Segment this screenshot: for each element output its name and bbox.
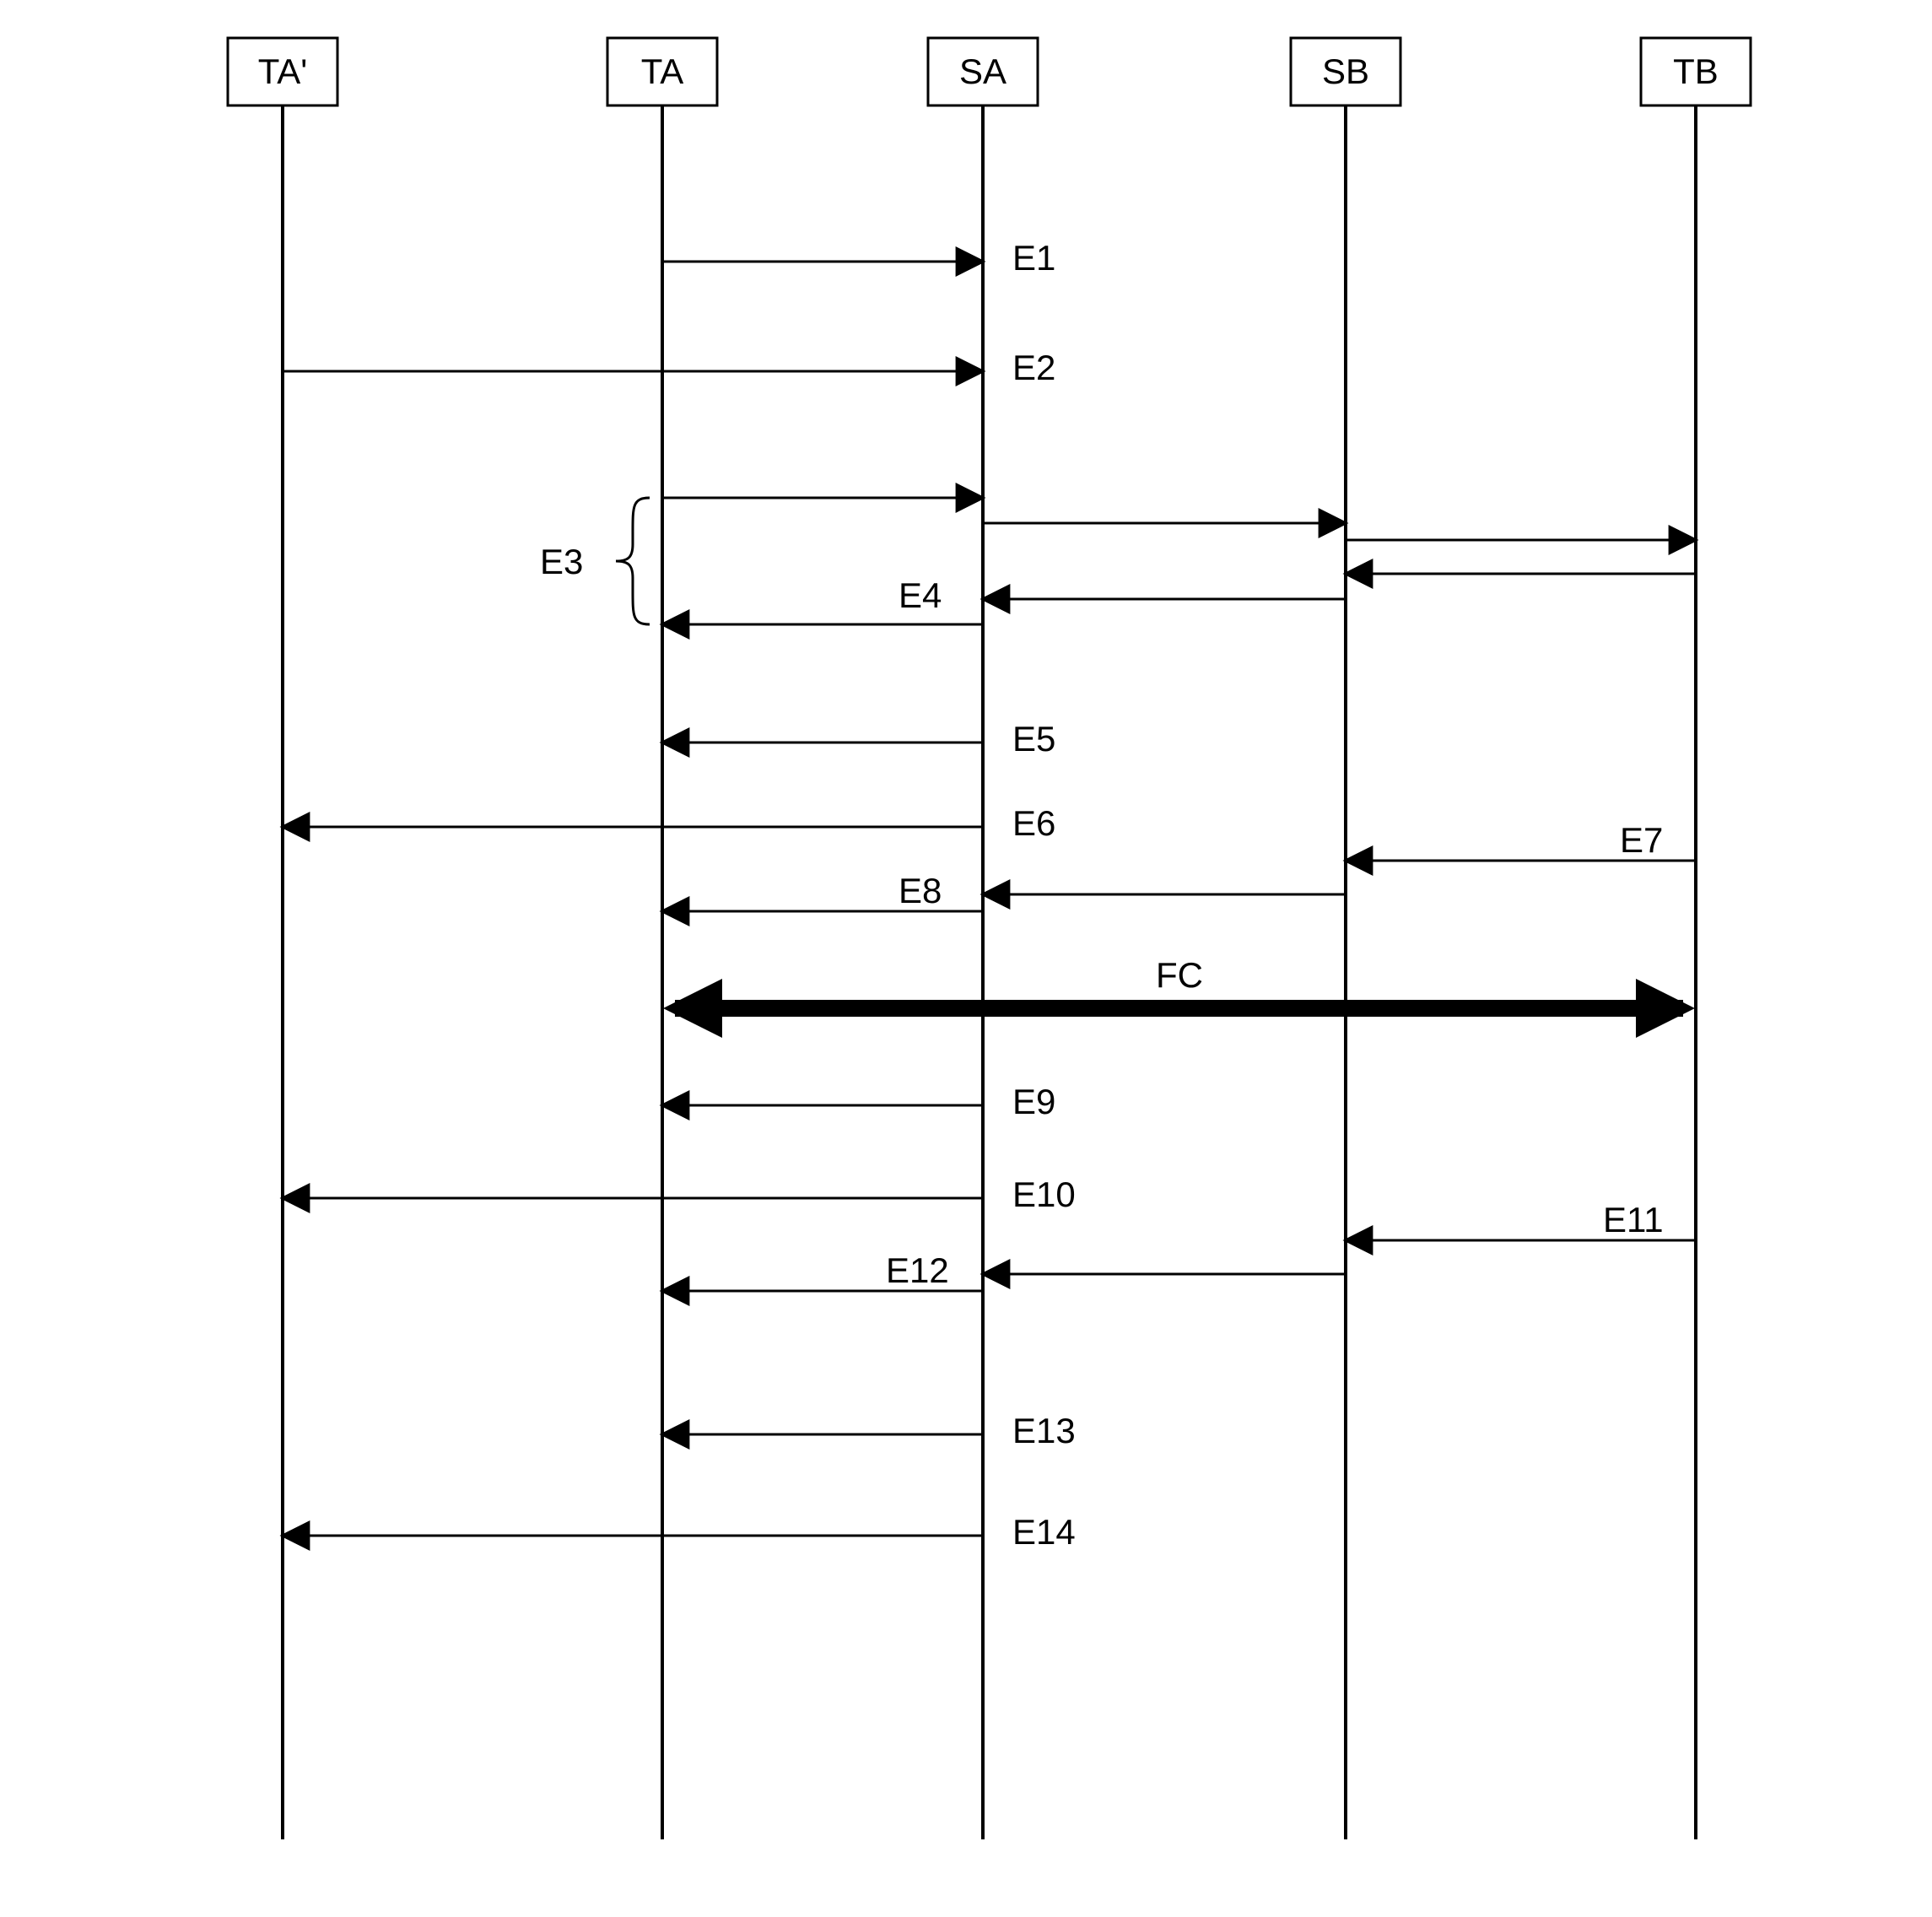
lifeline-label-tb: TB: [1673, 51, 1719, 91]
arrow-e11: E11: [1346, 1200, 1696, 1240]
lifeline-label-ta: TA: [641, 51, 684, 91]
arrow-e12: E12: [662, 1250, 1346, 1291]
arrow-e1: E1: [662, 238, 1055, 278]
label-e12: E12: [886, 1250, 949, 1290]
sequence-diagram: TA' TA SA SB TB E1 E2: [0, 0, 1932, 1917]
lifeline-ta-prime: TA': [228, 38, 337, 1839]
arrow-fc: FC: [675, 955, 1683, 1008]
arrow-e6: E6: [283, 803, 1055, 843]
label-e11: E11: [1603, 1200, 1664, 1239]
label-e8: E8: [899, 871, 942, 910]
label-e10: E10: [1012, 1174, 1076, 1214]
arrow-e2: E2: [283, 348, 1055, 387]
label-e6: E6: [1012, 803, 1055, 843]
arrow-e10: E10: [283, 1174, 1076, 1214]
lifeline-ta: TA: [607, 38, 717, 1839]
arrow-e7: E7: [1346, 820, 1696, 861]
label-e7: E7: [1620, 820, 1663, 860]
label-e4: E4: [899, 575, 942, 615]
label-e3: E3: [540, 542, 583, 581]
arrow-e5: E5: [662, 719, 1055, 759]
arrow-e9: E9: [662, 1082, 1055, 1121]
arrow-e13: E13: [662, 1411, 1076, 1450]
arrow-e14: E14: [283, 1512, 1076, 1552]
label-e9: E9: [1012, 1082, 1055, 1121]
label-e14: E14: [1012, 1512, 1076, 1552]
lifeline-label-sb: SB: [1322, 51, 1369, 91]
lifeline-sa: SA: [928, 38, 1038, 1839]
label-fc: FC: [1156, 955, 1203, 995]
label-e2: E2: [1012, 348, 1055, 387]
label-e5: E5: [1012, 719, 1055, 759]
label-e1: E1: [1012, 238, 1055, 278]
group-e3: E3 E4: [540, 498, 1696, 624]
lifeline-sb: SB: [1291, 38, 1400, 1839]
lifeline-label-sa: SA: [959, 51, 1006, 91]
arrow-e8: E8: [662, 871, 1346, 911]
label-e13: E13: [1012, 1411, 1076, 1450]
lifeline-label-ta-prime: TA': [258, 51, 308, 91]
lifeline-tb: TB: [1641, 38, 1751, 1839]
